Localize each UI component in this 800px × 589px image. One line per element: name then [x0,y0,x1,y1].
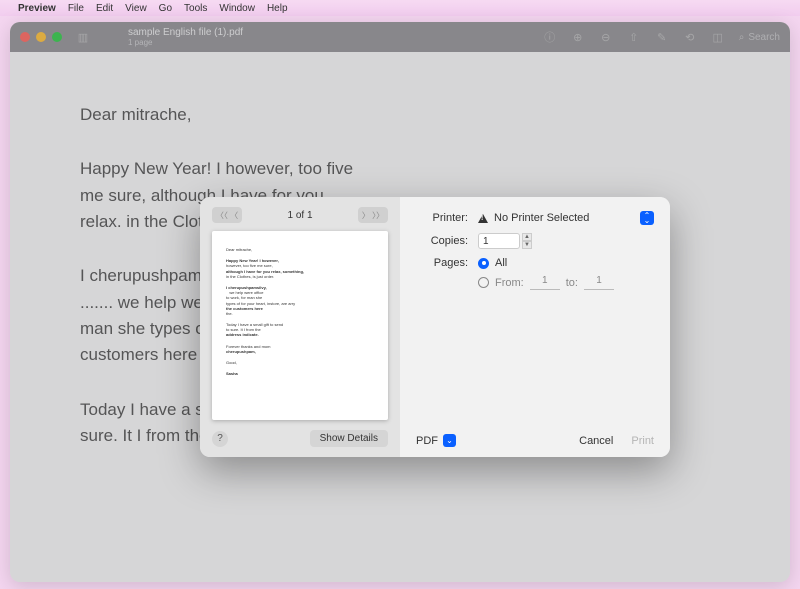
menu-edit[interactable]: Edit [96,3,113,14]
warning-icon [478,214,488,223]
menu-file[interactable]: File [68,3,84,14]
pages-all-label: All [495,257,507,269]
pages-to-label: to: [566,277,578,289]
pdf-menu-button[interactable]: PDF ⌄ [416,434,456,447]
copies-input[interactable]: 1 [478,233,520,249]
show-details-button[interactable]: Show Details [310,430,388,447]
printer-label: Printer: [416,212,468,224]
menu-view[interactable]: View [125,3,147,14]
menu-window[interactable]: Window [219,3,255,14]
chevron-down-icon: ⌄ [443,434,456,447]
pages-from-label: From: [495,277,524,289]
print-preview-pane: 〈〈 〈 1 of 1 〉 〉〉 Dear mitrache, Happy Ne… [200,197,400,457]
app-menu[interactable]: Preview [18,3,56,14]
menu-go[interactable]: Go [159,3,172,14]
page-prev-button[interactable]: 〈〈 〈 [212,207,242,223]
preview-window: ▥ sample English file (1).pdf 1 page ⓘ ⊕… [10,22,790,582]
menu-tools[interactable]: Tools [184,3,207,14]
copies-label: Copies: [416,235,468,247]
pages-label: Pages: [416,257,468,269]
menu-help[interactable]: Help [267,3,288,14]
printer-value: No Printer Selected [494,212,589,224]
printer-popup-button[interactable]: ⌃⌄ [640,211,654,225]
page-next-button[interactable]: 〉 〉〉 [358,207,388,223]
page-indicator: 1 of 1 [287,210,312,221]
pages-all-radio[interactable] [478,258,489,269]
pages-to-input[interactable]: 1 [584,275,614,290]
print-button[interactable]: Print [631,435,654,447]
print-thumbnail: Dear mitrache, Happy New Year! I however… [212,231,388,420]
pdf-label: PDF [416,435,438,447]
cancel-button[interactable]: Cancel [579,435,613,447]
system-menubar: Preview File Edit View Go Tools Window H… [0,0,800,16]
pages-range-radio[interactable] [478,277,489,288]
help-button[interactable]: ? [212,431,228,447]
pages-from-input[interactable]: 1 [530,275,560,290]
print-dialog: 〈〈 〈 1 of 1 〉 〉〉 Dear mitrache, Happy Ne… [200,197,670,457]
print-options-pane: Printer: No Printer Selected ⌃⌄ Copies: … [400,197,670,457]
copies-stepper[interactable]: ▲▼ [522,233,532,249]
